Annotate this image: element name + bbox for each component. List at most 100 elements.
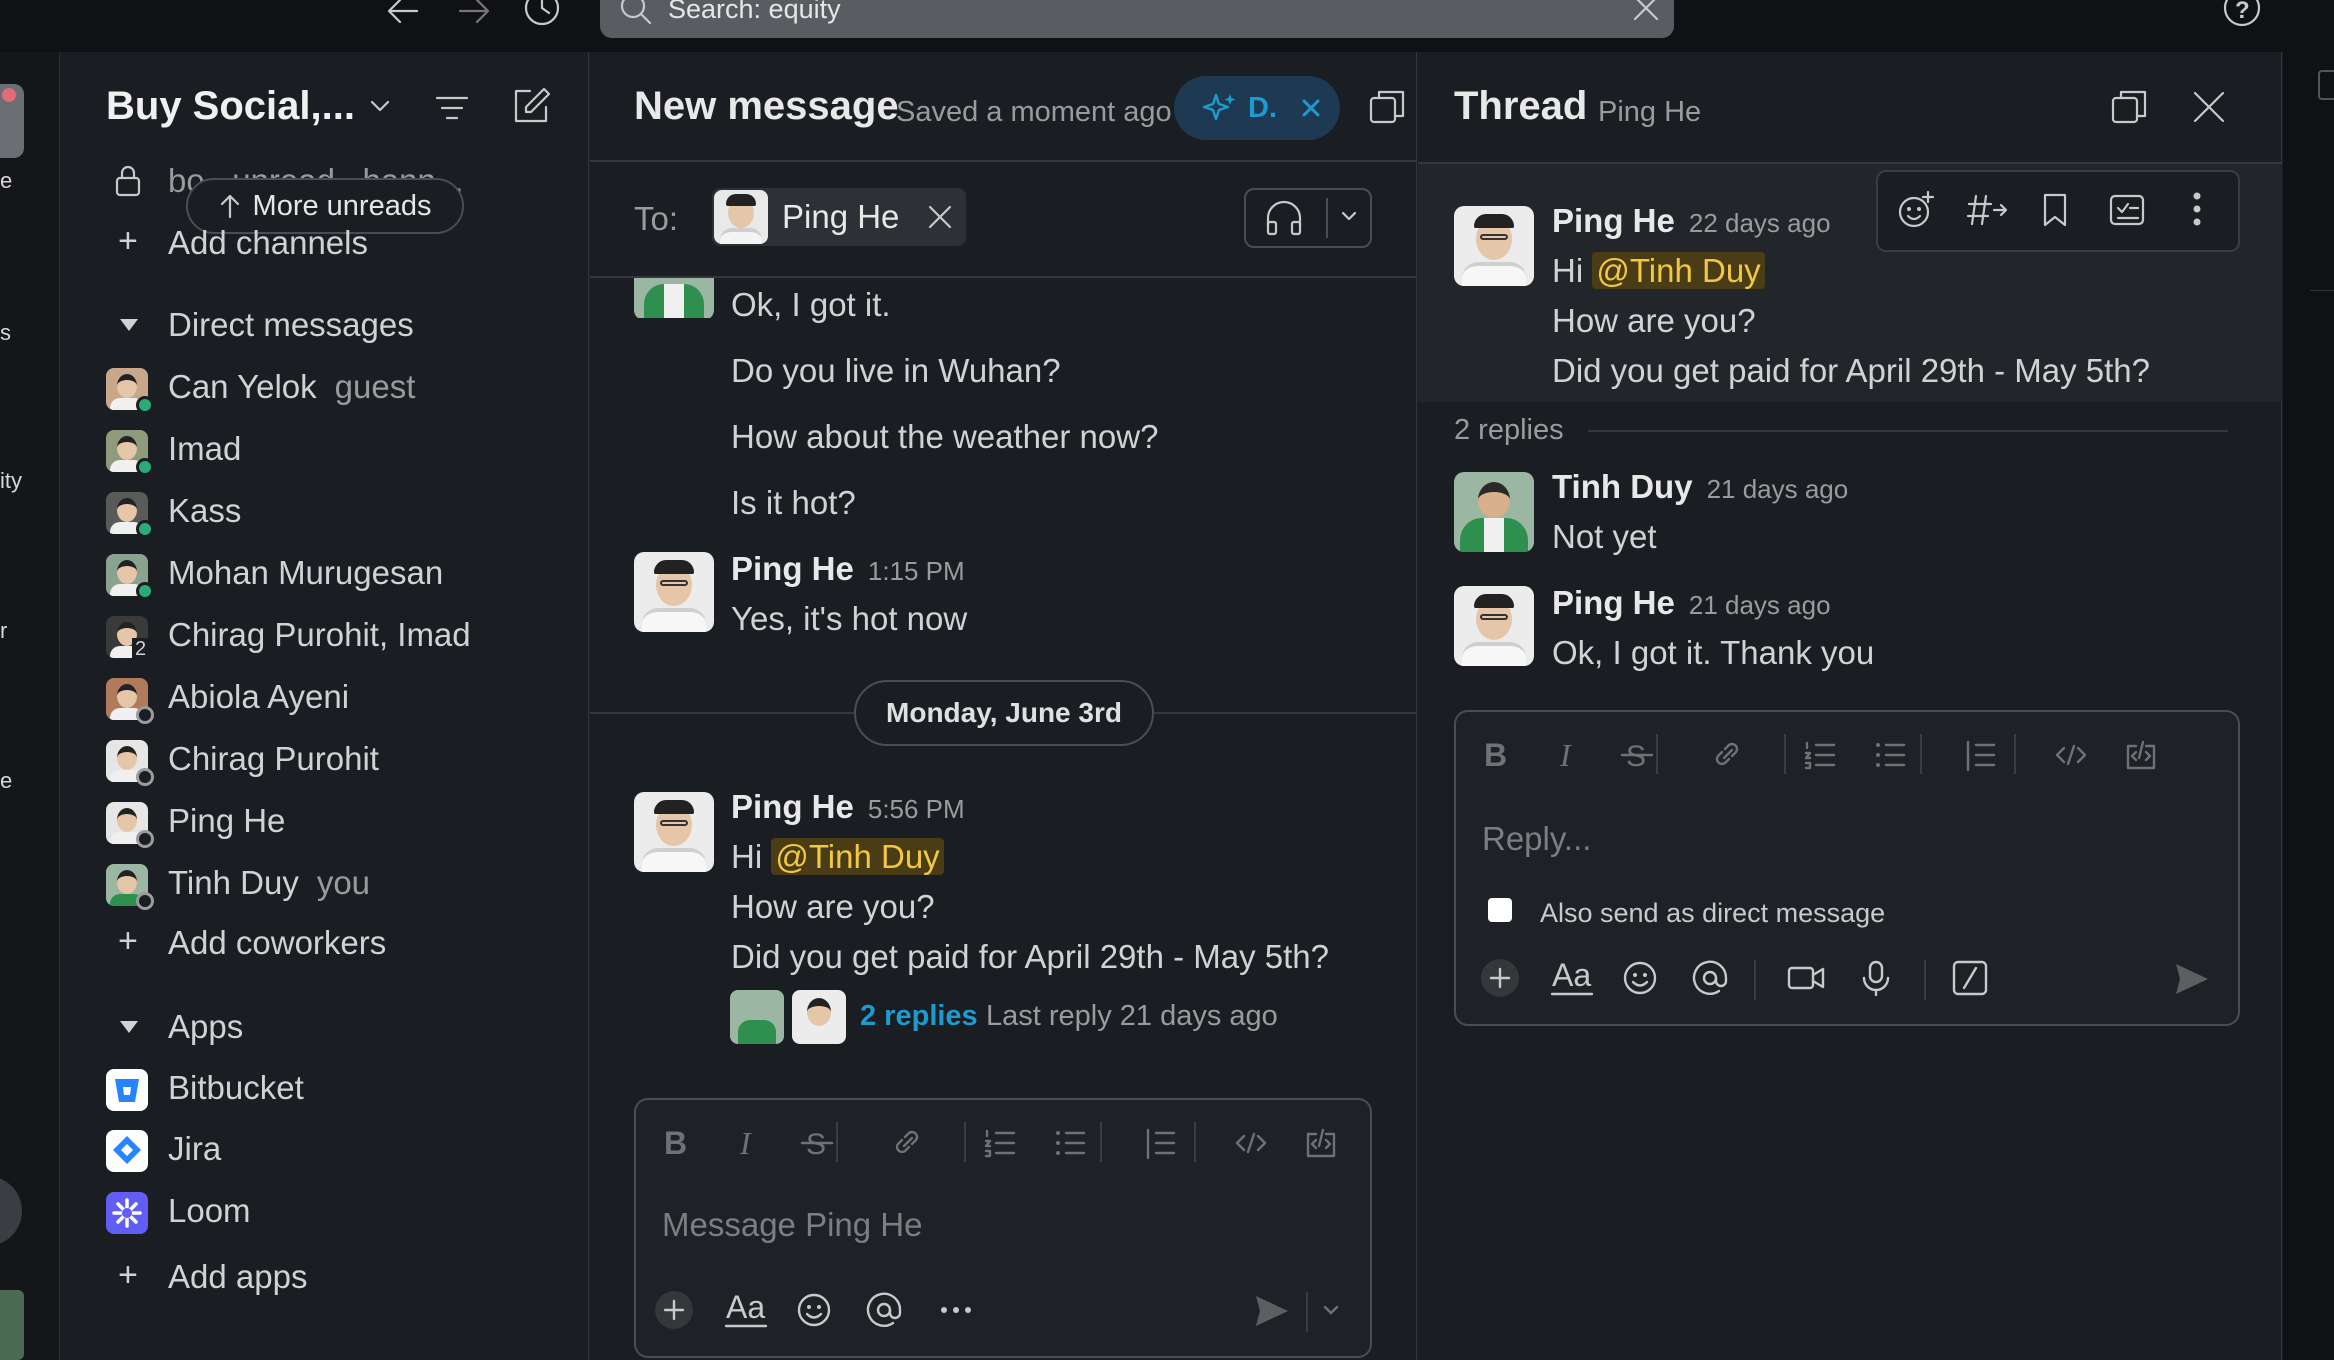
sender-name[interactable]: Tinh Duy: [1552, 468, 1693, 506]
attach-plus-icon[interactable]: [654, 1290, 698, 1332]
svg-text:B: B: [1484, 737, 1507, 773]
sender-name[interactable]: Ping He: [731, 788, 854, 826]
numbered-list-icon[interactable]: [982, 1124, 1018, 1162]
forward-arrow-icon[interactable]: [456, 0, 492, 26]
blockquote-icon[interactable]: [1962, 736, 1998, 774]
back-arrow-icon[interactable]: [385, 0, 421, 26]
mention-icon[interactable]: [864, 1290, 908, 1332]
also-send-checkbox[interactable]: [1488, 898, 1512, 922]
compose-icon[interactable]: [510, 86, 552, 126]
more-icon[interactable]: [936, 1290, 980, 1332]
dm-note: you: [316, 864, 371, 901]
forward-to-channel-icon[interactable]: [1966, 192, 2008, 228]
schedule-send-chevron-icon[interactable]: [1322, 1304, 1340, 1318]
attach-plus-icon[interactable]: [1480, 958, 1524, 1000]
more-actions-icon[interactable]: [2190, 190, 2204, 228]
user-avatar[interactable]: [0, 1290, 24, 1360]
sidebar-dm-item[interactable]: Tinh Duy you: [106, 858, 576, 910]
audio-clip-icon[interactable]: [1856, 958, 1900, 1000]
sidebar-item-jira[interactable]: Jira: [106, 1124, 576, 1174]
code-icon[interactable]: [2054, 736, 2090, 774]
sidebar-dm-item[interactable]: Ping He: [106, 796, 576, 848]
text-format-icon[interactable]: Aa: [724, 1290, 768, 1332]
open-in-window-icon[interactable]: [2110, 88, 2148, 126]
sidebar-item-loom[interactable]: Loom: [106, 1186, 576, 1236]
strikethrough-icon[interactable]: S: [1620, 736, 1656, 774]
italic-icon[interactable]: I: [732, 1124, 768, 1162]
direct-messages-section[interactable]: Direct messages: [106, 306, 414, 344]
draft-ai-chip[interactable]: D.: [1174, 76, 1340, 140]
apps-section[interactable]: Apps: [106, 1008, 243, 1046]
sender-name[interactable]: Ping He: [1552, 584, 1675, 622]
panel-edge-icon[interactable]: [2318, 70, 2334, 100]
workspace-switcher[interactable]: Buy Social,...: [106, 84, 391, 129]
help-icon[interactable]: ?: [2222, 0, 2262, 28]
date-divider[interactable]: Monday, June 3rd: [854, 680, 1154, 746]
remove-recipient-icon[interactable]: [927, 204, 953, 230]
presence-status-dot: [136, 396, 154, 414]
message-input[interactable]: Message Ping He: [662, 1206, 922, 1244]
send-icon[interactable]: [1252, 1292, 1292, 1330]
message-time[interactable]: 22 days ago: [1689, 208, 1831, 239]
svg-text:?: ?: [2235, 0, 2250, 24]
sender-name[interactable]: Ping He: [731, 550, 854, 588]
mention-icon[interactable]: [1690, 958, 1734, 1000]
code-block-icon[interactable]: [1304, 1124, 1340, 1162]
close-icon[interactable]: [1301, 98, 1321, 118]
code-block-icon[interactable]: [2124, 736, 2160, 774]
add-apps-link[interactable]: Add apps: [168, 1258, 307, 1296]
link-icon[interactable]: [890, 1124, 926, 1162]
add-coworkers-link[interactable]: Add coworkers: [168, 924, 386, 962]
user-mention[interactable]: @Tinh Duy: [771, 838, 944, 875]
message-time[interactable]: 21 days ago: [1707, 474, 1849, 505]
message-time[interactable]: 21 days ago: [1689, 590, 1831, 621]
sidebar-dm-item[interactable]: Chirag Purohit: [106, 734, 576, 786]
sidebar-dm-item[interactable]: Abiola Ayeni: [106, 672, 576, 724]
divider: [590, 160, 1417, 162]
history-clock-icon[interactable]: [522, 0, 562, 28]
bookmark-icon[interactable]: [2040, 192, 2070, 228]
emoji-icon[interactable]: [1620, 958, 1664, 1000]
send-icon[interactable]: [2172, 960, 2212, 998]
sidebar-dm-item[interactable]: Can Yelok guest: [106, 362, 576, 414]
chevron-down-icon[interactable]: [1340, 210, 1358, 224]
code-icon[interactable]: [1234, 1124, 1270, 1162]
bold-icon[interactable]: B: [1480, 736, 1516, 774]
filter-icon[interactable]: [434, 92, 470, 124]
message-text: Ok, I got it. Thank you: [1552, 634, 1875, 671]
section-label: Direct messages: [168, 306, 414, 343]
thread-replies-link[interactable]: 2 replies: [860, 1000, 978, 1033]
add-channels-link[interactable]: Add channels: [168, 224, 368, 258]
reply-input[interactable]: Reply...: [1482, 820, 1591, 858]
open-in-window-icon[interactable]: [1368, 88, 1406, 126]
close-icon[interactable]: [2192, 90, 2226, 124]
numbered-list-icon[interactable]: [1802, 736, 1838, 774]
message-time[interactable]: 1:15 PM: [868, 556, 965, 587]
sidebar-dm-item[interactable]: Mohan Murugesan: [106, 548, 576, 600]
italic-icon[interactable]: I: [1552, 736, 1588, 774]
blockquote-icon[interactable]: [1142, 1124, 1178, 1162]
link-icon[interactable]: [1710, 736, 1746, 774]
sidebar-item-bitbucket[interactable]: Bitbucket: [106, 1063, 576, 1113]
sparkle-icon: [1202, 93, 1236, 121]
reminder-icon[interactable]: [2108, 190, 2146, 228]
sidebar-dm-item[interactable]: Imad: [106, 424, 576, 476]
recipient-token[interactable]: Ping He: [712, 188, 966, 246]
video-clip-icon[interactable]: [1786, 958, 1830, 1000]
text-format-icon[interactable]: Aa: [1550, 958, 1594, 1000]
clear-search-icon[interactable]: [1632, 0, 1660, 22]
add-reaction-icon[interactable]: [1896, 190, 1936, 230]
user-mention[interactable]: @Tinh Duy: [1592, 252, 1765, 289]
bulleted-list-icon[interactable]: [1052, 1124, 1088, 1162]
thread-channel[interactable]: Ping He: [1598, 96, 1701, 129]
sender-name[interactable]: Ping He: [1552, 202, 1675, 240]
message-time[interactable]: 5:56 PM: [868, 794, 965, 825]
sidebar-dm-item[interactable]: 2 Chirag Purohit, Imad: [106, 610, 576, 661]
bold-icon[interactable]: B: [660, 1124, 696, 1162]
bulleted-list-icon[interactable]: [1872, 736, 1908, 774]
dm-name: Ping He: [168, 802, 286, 839]
strikethrough-icon[interactable]: S: [800, 1124, 836, 1162]
shortcuts-icon[interactable]: [1950, 958, 1994, 1000]
emoji-icon[interactable]: [794, 1290, 838, 1332]
sidebar-dm-item[interactable]: Kass: [106, 486, 576, 538]
